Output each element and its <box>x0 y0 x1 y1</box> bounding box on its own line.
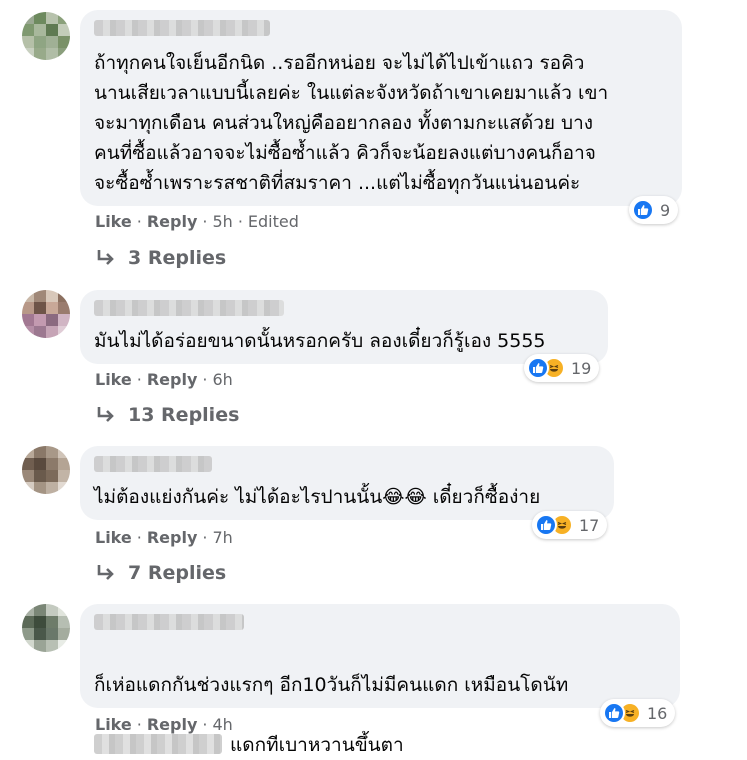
like-reaction-icon <box>535 514 557 536</box>
author-name-blurred[interactable] <box>94 614 244 630</box>
reaction-count: 16 <box>647 703 668 723</box>
comment-text: ก็เห่อแดกกันช่วงแรกๆ อีก10วันก็ไม่มีคนแด… <box>94 640 568 760</box>
like-reaction-icon <box>527 357 549 379</box>
mentioned-name-blurred[interactable] <box>94 734 222 754</box>
comment-text-line: ก็เห่อแดกกันช่วงแรกๆ อีก10วันก็ไม่มีคนแด… <box>94 674 569 696</box>
like-reaction-icon <box>603 702 625 724</box>
like-reaction-icon <box>632 199 654 221</box>
timestamp[interactable]: 4h <box>212 715 232 734</box>
reaction-summary[interactable]: 16 <box>600 699 676 727</box>
avatar[interactable] <box>22 604 70 652</box>
comment-item: ก็เห่อแดกกันช่วงแรกๆ อีก10วันก็ไม่มีคนแด… <box>0 0 747 756</box>
comment-text-line: แดกทีเบาหวานขึ้นตา <box>230 734 404 756</box>
like-button[interactable]: Like <box>95 715 132 734</box>
comment-actions: Like · Reply · 4h <box>95 715 233 734</box>
reply-button[interactable]: Reply <box>147 715 198 734</box>
comment-bubble: ก็เห่อแดกกันช่วงแรกๆ อีก10วันก็ไม่มีคนแด… <box>80 604 680 756</box>
